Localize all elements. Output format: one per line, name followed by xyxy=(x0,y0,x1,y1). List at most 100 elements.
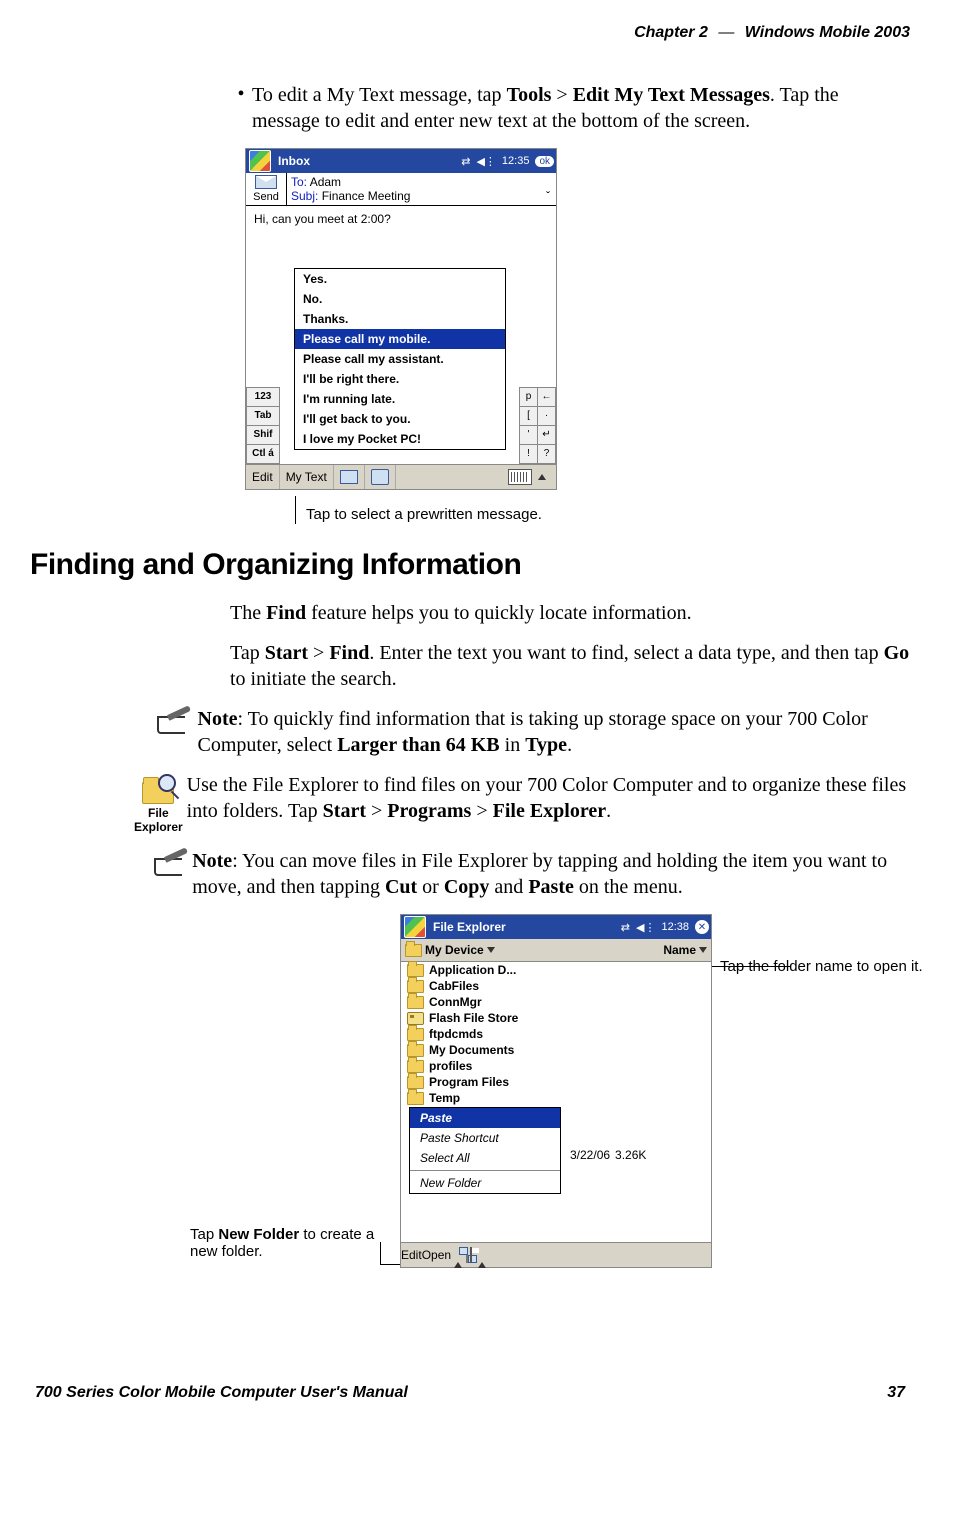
note-icon xyxy=(157,710,191,734)
bullet-item: • To edit a My Text message, tap Tools >… xyxy=(230,82,910,134)
connectivity-icon[interactable]: ⇄ xyxy=(621,921,630,934)
file-explorer-block: File Explorer Use the File Explorer to f… xyxy=(230,772,910,834)
callout-right: Tap the folder name to open it. xyxy=(720,958,930,975)
contacts-icon[interactable] xyxy=(365,465,396,489)
folder-icon xyxy=(407,1044,424,1057)
file-explorer-screenshot: File Explorer ⇄ ◀⋮ 12:38 ✕ My Device xyxy=(400,914,712,1268)
note-text: Note: To quickly find information that i… xyxy=(198,706,911,758)
context-item-new-folder[interactable]: New Folder xyxy=(410,1173,560,1193)
paragraph: Tap Start > Find. Enter the text you wan… xyxy=(230,640,910,692)
subject-field[interactable]: Subj: Finance Meeting xyxy=(291,189,552,203)
note-block: Note: To quickly find information that i… xyxy=(230,706,910,758)
attach-icon[interactable] xyxy=(334,465,365,489)
section-heading: Finding and Organizing Information xyxy=(30,548,910,582)
mytext-option[interactable]: Yes. xyxy=(295,269,505,289)
context-item-select-all[interactable]: Select All xyxy=(410,1148,560,1168)
folder-row[interactable]: Flash File Store xyxy=(401,1010,711,1026)
edit-menu[interactable]: Edit xyxy=(246,465,280,489)
mytext-option[interactable]: I'm running late. xyxy=(295,389,505,409)
folder-row[interactable]: ConnMgr xyxy=(401,994,711,1010)
callout-inbox: Tap to select a prewritten message. xyxy=(295,496,910,524)
message-body[interactable]: Hi, can you meet at 2:00? xyxy=(246,206,556,268)
folder-row[interactable]: Application D... xyxy=(401,962,711,978)
start-icon[interactable] xyxy=(249,150,271,172)
mytext-option[interactable]: Please call my assistant. xyxy=(295,349,505,369)
mytext-popup: Yes. No. Thanks. Please call my mobile. … xyxy=(294,268,506,450)
folder-icon xyxy=(407,964,424,977)
window-title: File Explorer xyxy=(429,920,621,934)
mytext-option[interactable]: I love my Pocket PC! xyxy=(295,429,505,449)
header-chapter: Chapter 2 xyxy=(634,24,708,41)
volume-icon[interactable]: ◀⋮ xyxy=(636,921,655,934)
paragraph: The Find feature helps you to quickly lo… xyxy=(230,600,910,626)
to-field[interactable]: To: Adam xyxy=(291,175,552,189)
volume-icon[interactable]: ◀⋮ xyxy=(476,155,495,168)
keyboard-left-keys[interactable]: 123 Tab Shif Ctl á xyxy=(246,388,280,464)
folder-icon xyxy=(407,980,424,993)
start-icon[interactable] xyxy=(404,916,426,938)
mytext-option-selected[interactable]: Please call my mobile. xyxy=(295,329,505,349)
sip-toggle[interactable] xyxy=(500,465,556,489)
context-item-paste[interactable]: Paste xyxy=(410,1108,560,1128)
send-button[interactable]: Send xyxy=(246,173,287,205)
page-number: 37 xyxy=(887,1384,905,1402)
ok-button[interactable]: ok xyxy=(535,156,554,167)
clock-text: 12:35 xyxy=(502,155,530,167)
edit-menu[interactable]: Edit xyxy=(401,1248,422,1262)
folder-icon xyxy=(407,1060,424,1073)
fe-list: Application D... CabFiles ConnMgr Flash … xyxy=(401,962,711,1242)
folder-icon xyxy=(405,944,422,957)
titlebar: File Explorer ⇄ ◀⋮ 12:38 ✕ xyxy=(401,915,711,939)
paragraph: Use the File Explorer to find files on y… xyxy=(187,772,910,834)
sip-toggle[interactable] xyxy=(468,1248,490,1262)
close-button[interactable]: ✕ xyxy=(695,920,709,934)
header-dash: — xyxy=(718,24,734,41)
note-block: Note: You can move files in File Explore… xyxy=(230,848,910,900)
mytext-menu[interactable]: My Text xyxy=(280,465,334,489)
titlebar: Inbox ⇄ ◀⋮ 12:35 ok xyxy=(246,149,556,173)
window-title: Inbox xyxy=(274,154,461,168)
bullet-marker: • xyxy=(230,82,252,134)
mytext-option[interactable]: Thanks. xyxy=(295,309,505,329)
chevron-down-icon xyxy=(487,947,495,953)
expand-chevron-icon[interactable]: ˇ xyxy=(546,189,550,203)
note-icon xyxy=(154,852,188,876)
fe-bottombar: Edit Open xyxy=(401,1242,711,1267)
clock-text: 12:38 xyxy=(661,921,689,933)
key-shift[interactable]: Shif xyxy=(246,425,280,445)
storage-card-icon xyxy=(407,1012,424,1025)
folder-row[interactable]: Program Files xyxy=(401,1074,711,1090)
folder-icon xyxy=(407,1076,424,1089)
header-title: Windows Mobile 2003 xyxy=(745,24,910,41)
folder-row[interactable]: My Documents xyxy=(401,1042,711,1058)
keyboard-right-keys[interactable]: p← [· '↵ !? xyxy=(520,388,556,464)
folder-row[interactable]: ftpdcmds xyxy=(401,1026,711,1042)
inbox-bottombar: Edit My Text xyxy=(246,464,556,489)
folder-icon xyxy=(407,996,424,1009)
folder-row[interactable]: Temp xyxy=(401,1090,711,1106)
folder-icon xyxy=(407,1092,424,1105)
mytext-option[interactable]: No. xyxy=(295,289,505,309)
footer-title: 700 Series Color Mobile Computer User's … xyxy=(35,1384,408,1402)
callout-text: Tap to select a prewritten message. xyxy=(306,496,542,523)
key-tab[interactable]: Tab xyxy=(246,406,280,426)
key-ctl[interactable]: Ctl á xyxy=(246,444,280,464)
key-123[interactable]: 123 xyxy=(246,387,280,407)
envelope-icon xyxy=(255,175,277,189)
fe-path-bar: My Device Name xyxy=(401,939,711,962)
connectivity-icon[interactable]: ⇄ xyxy=(461,155,470,168)
mytext-option[interactable]: I'll be right there. xyxy=(295,369,505,389)
folder-row[interactable]: profiles xyxy=(401,1058,711,1074)
chevron-down-icon xyxy=(699,947,707,953)
sort-dropdown[interactable]: Name xyxy=(663,943,711,957)
file-explorer-program-icon: File Explorer xyxy=(130,772,187,834)
context-menu: Paste Paste Shortcut Select All New Fold… xyxy=(409,1107,561,1194)
inbox-screenshot: Inbox ⇄ ◀⋮ 12:35 ok Send To: Adam Sub xyxy=(245,148,557,490)
mytext-option[interactable]: I'll get back to you. xyxy=(295,409,505,429)
folder-row[interactable]: CabFiles xyxy=(401,978,711,994)
folder-icon xyxy=(407,1028,424,1041)
message-header: Send To: Adam Subj: Finance Meeting ˇ xyxy=(246,173,556,206)
context-item-paste-shortcut[interactable]: Paste Shortcut xyxy=(410,1128,560,1148)
path-dropdown[interactable]: My Device xyxy=(401,943,495,957)
page-footer: 700 Series Color Mobile Computer User's … xyxy=(30,1384,910,1402)
